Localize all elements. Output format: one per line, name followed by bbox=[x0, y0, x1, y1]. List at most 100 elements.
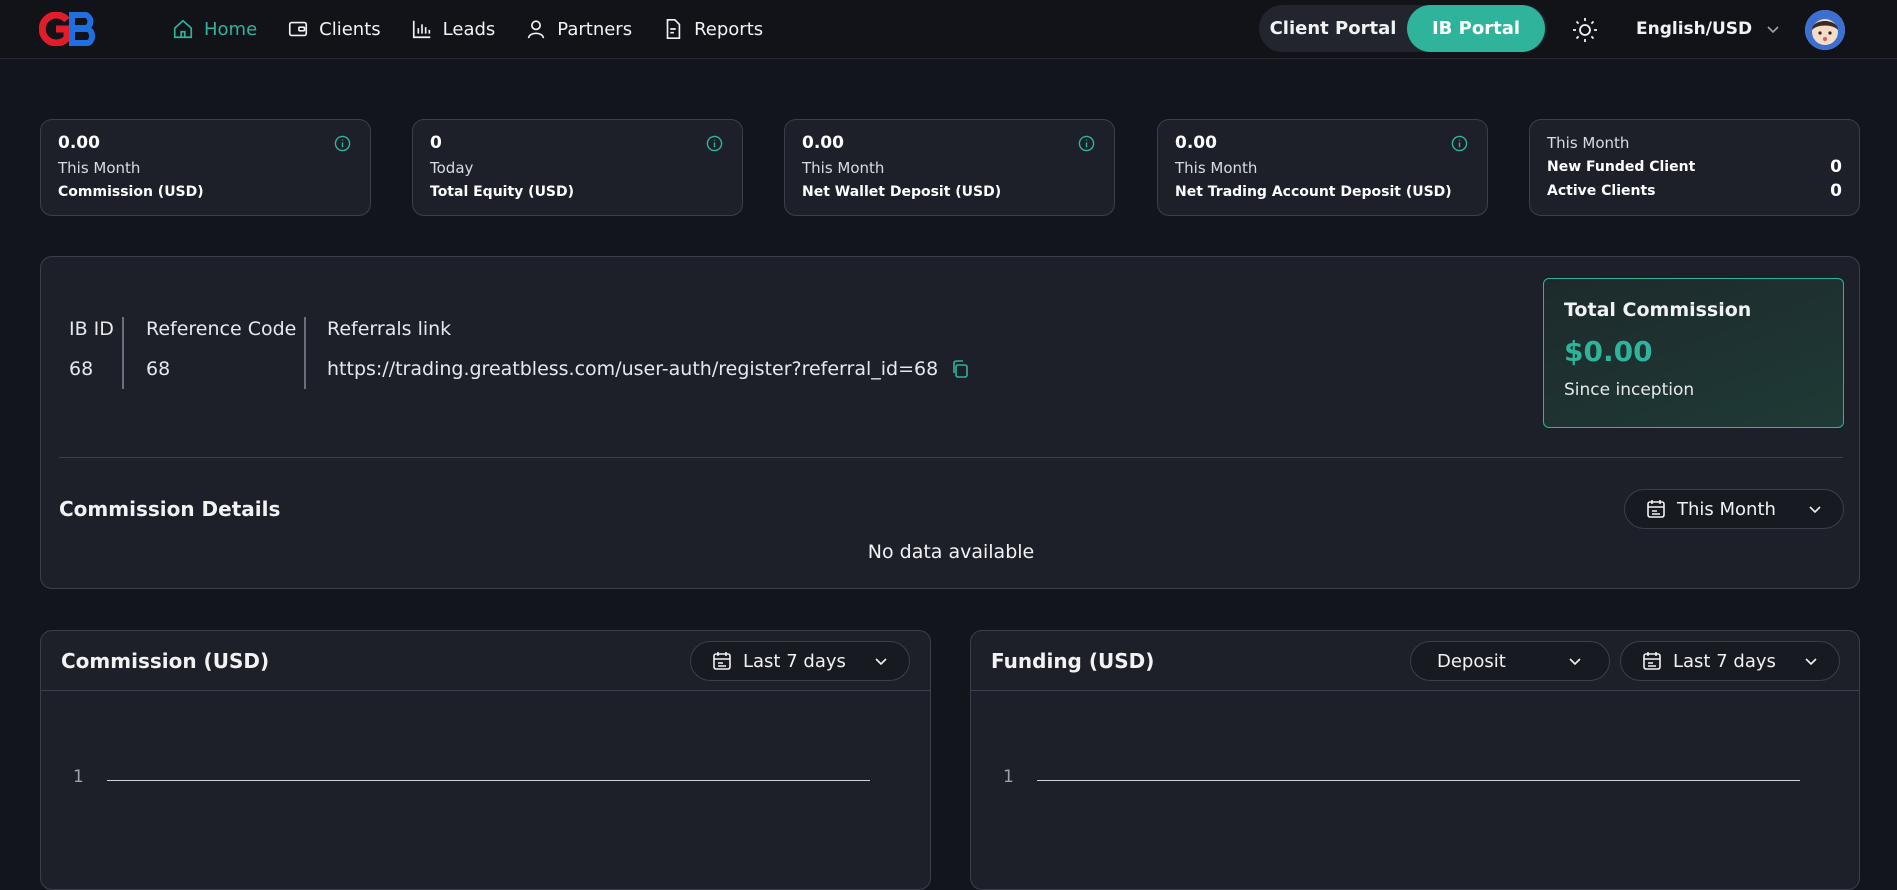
document-icon bbox=[666, 19, 681, 39]
dropdown-value: This Month bbox=[1677, 498, 1776, 520]
y-axis-tick-label: 1 bbox=[73, 767, 84, 787]
info-icon[interactable] bbox=[1078, 135, 1095, 152]
stat-period: Today bbox=[430, 159, 474, 177]
stat-label: Net Trading Account Deposit (USD) bbox=[1175, 184, 1452, 200]
info-icon[interactable] bbox=[706, 135, 723, 152]
info-icon[interactable] bbox=[1451, 135, 1468, 152]
funding-chart-card: Funding (USD) Deposit Last 7 days 1 bbox=[970, 630, 1860, 890]
chevron-down-icon bbox=[1809, 506, 1821, 514]
stat-value: 0.00 bbox=[802, 133, 844, 153]
dropdown-value: Last 7 days bbox=[743, 650, 846, 672]
chevron-down-icon bbox=[1569, 658, 1581, 666]
avatar[interactable] bbox=[1805, 10, 1845, 50]
stat-label: Commission (USD) bbox=[58, 184, 204, 200]
nav-reports[interactable]: Reports bbox=[662, 18, 763, 40]
dropdown-value: Last 7 days bbox=[1673, 650, 1776, 672]
sun-icon[interactable] bbox=[1571, 16, 1599, 44]
nav-reports-label: Reports bbox=[694, 18, 764, 40]
stat-label: Net Wallet Deposit (USD) bbox=[802, 184, 1002, 200]
commission-details-title: Commission Details bbox=[59, 497, 281, 521]
total-commission-title: Total Commission bbox=[1564, 299, 1752, 321]
active-clients-row: Active Clients 0 bbox=[1547, 181, 1842, 201]
greatbless-logo[interactable] bbox=[39, 12, 101, 46]
copy-icon[interactable] bbox=[950, 359, 970, 379]
user-icon bbox=[528, 20, 545, 39]
chart-header-divider bbox=[41, 690, 930, 691]
nav-partners-label: Partners bbox=[557, 18, 633, 40]
commission-chart-period-dropdown[interactable]: Last 7 days bbox=[690, 641, 910, 681]
nav-clients-label: Clients bbox=[319, 18, 381, 40]
stat-card-net-wallet-deposit: 0.00 This Month Net Wallet Deposit (USD) bbox=[784, 119, 1115, 216]
bar-chart-icon bbox=[412, 20, 430, 39]
stat-period: This Month bbox=[1547, 134, 1630, 152]
chevron-down-icon bbox=[875, 658, 887, 666]
funding-type-dropdown[interactable]: Deposit bbox=[1410, 641, 1610, 681]
chevron-down-icon bbox=[1805, 658, 1817, 666]
language-label: English/USD bbox=[1636, 19, 1753, 39]
top-navbar: Home Clients Leads Partners Reports Clie… bbox=[0, 0, 1897, 59]
nav-home-label: Home bbox=[204, 18, 258, 40]
funding-chart-title: Funding (USD) bbox=[991, 649, 1155, 673]
stat-value: 0.00 bbox=[1175, 133, 1217, 153]
stat-value: 0.00 bbox=[58, 133, 100, 153]
ib-info-panel: IB ID 68 Reference Code 68 Referrals lin… bbox=[40, 256, 1860, 589]
total-commission-since: Since inception bbox=[1564, 380, 1695, 400]
total-commission-amount: $0.00 bbox=[1564, 335, 1653, 368]
nav-clients[interactable]: Clients bbox=[287, 18, 381, 40]
commission-chart-title: Commission (USD) bbox=[61, 649, 270, 673]
client-portal-button[interactable]: Client Portal bbox=[1259, 5, 1407, 52]
y-axis-tick-label: 1 bbox=[1003, 767, 1014, 787]
no-data-message: No data available bbox=[867, 541, 1035, 563]
ib-id-value: 68 bbox=[69, 358, 94, 380]
panel-divider bbox=[59, 457, 1843, 458]
column-divider bbox=[304, 317, 306, 389]
active-clients-label: Active Clients bbox=[1547, 183, 1656, 199]
portal-switch: Client Portal IB Portal bbox=[1259, 5, 1547, 52]
chevron-down-icon bbox=[1767, 26, 1779, 34]
main-nav: Home Clients Leads Partners Reports bbox=[172, 0, 793, 58]
nav-leads-label: Leads bbox=[442, 18, 496, 40]
reference-code-column: Reference Code 68 bbox=[146, 317, 296, 381]
stat-period: This Month bbox=[1175, 159, 1258, 177]
reference-code-label: Reference Code bbox=[146, 318, 297, 340]
column-divider bbox=[122, 317, 124, 389]
stat-card-commission: 0.00 This Month Commission (USD) bbox=[40, 119, 371, 216]
stat-card-clients: This Month New Funded Client 0 Active Cl… bbox=[1529, 119, 1860, 216]
avatar-image-icon bbox=[1805, 10, 1845, 50]
ib-id-label: IB ID bbox=[69, 318, 114, 340]
stat-period: This Month bbox=[802, 159, 885, 177]
chart-gridline bbox=[107, 780, 870, 781]
stat-card-total-equity: 0 Today Total Equity (USD) bbox=[412, 119, 743, 216]
commission-details-period-dropdown[interactable]: This Month bbox=[1624, 489, 1844, 529]
info-icon[interactable] bbox=[334, 135, 351, 152]
active-clients-value: 0 bbox=[1830, 181, 1842, 201]
new-funded-client-value: 0 bbox=[1830, 157, 1842, 177]
calendar-icon bbox=[1643, 652, 1661, 670]
chart-header-divider bbox=[971, 690, 1859, 691]
referrals-link-label: Referrals link bbox=[327, 318, 452, 340]
ib-portal-button[interactable]: IB Portal bbox=[1407, 5, 1545, 52]
calendar-icon bbox=[713, 652, 731, 670]
dropdown-value: Deposit bbox=[1437, 650, 1506, 672]
referrals-link-row: https://trading.greatbless.com/user-auth… bbox=[327, 357, 970, 381]
calendar-icon bbox=[1647, 500, 1665, 518]
chart-gridline bbox=[1037, 780, 1800, 781]
wallet-icon bbox=[289, 21, 308, 37]
nav-leads[interactable]: Leads bbox=[411, 18, 496, 40]
referrals-link-column: Referrals link https://trading.greatbles… bbox=[327, 317, 970, 381]
total-commission-card: Total Commission $0.00 Since inception bbox=[1543, 278, 1844, 428]
ib-id-column: IB ID 68 bbox=[69, 317, 114, 381]
stat-label: Total Equity (USD) bbox=[430, 184, 575, 200]
stat-period: This Month bbox=[58, 159, 141, 177]
reference-code-value: 68 bbox=[146, 358, 171, 380]
referrals-link-value[interactable]: https://trading.greatbless.com/user-auth… bbox=[327, 357, 938, 381]
language-selector[interactable]: English/USD bbox=[1636, 16, 1780, 42]
funding-chart-period-dropdown[interactable]: Last 7 days bbox=[1620, 641, 1840, 681]
commission-chart-card: Commission (USD) Last 7 days 1 bbox=[40, 630, 931, 890]
home-icon bbox=[173, 19, 193, 39]
nav-home[interactable]: Home bbox=[172, 18, 257, 40]
new-funded-client-row: New Funded Client 0 bbox=[1547, 157, 1842, 177]
nav-partners[interactable]: Partners bbox=[525, 18, 632, 40]
stat-value: 0 bbox=[430, 133, 442, 153]
new-funded-client-label: New Funded Client bbox=[1547, 159, 1696, 175]
